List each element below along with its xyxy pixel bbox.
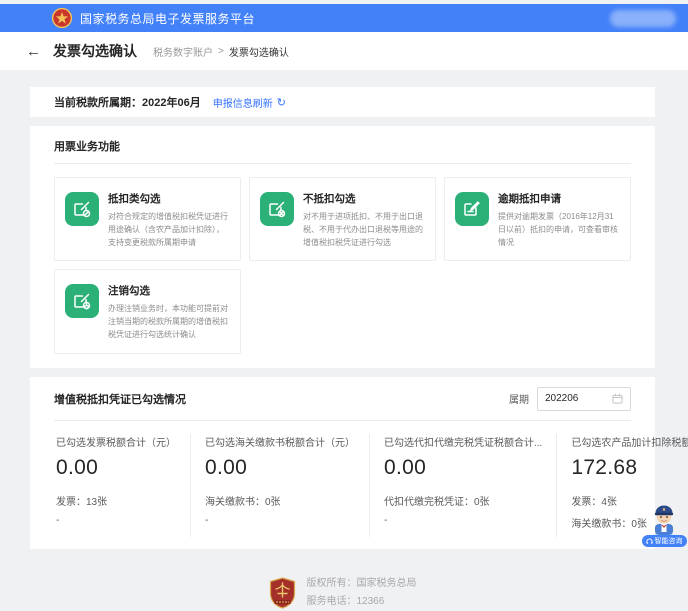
no-deduction-check-icon: [260, 192, 294, 226]
stat-value: 0.00: [384, 456, 542, 480]
current-period-panel: 当前税款所属期： 2022年06月 申报信息刷新 ↻: [30, 87, 655, 117]
breadcrumb: 税务数字账户 > 发票勾选确认: [153, 44, 289, 59]
card-desc: 对不用于进项抵扣、不用于出口退税、不用于代办出口退税等用途的增值税扣税凭证进行勾…: [303, 211, 425, 249]
card-title: 抵扣类勾选: [108, 191, 230, 206]
stats-grid: 已勾选发票税额合计（元） 0.00 发票：13张 - 已勾选海关缴款书税额合计（…: [54, 421, 631, 537]
back-arrow-icon[interactable]: ←: [26, 44, 41, 59]
breadcrumb-separator: >: [218, 46, 224, 57]
headset-icon: [646, 538, 653, 545]
card-no-deduction-check[interactable]: 不抵扣勾选 对不用于进项抵扣、不用于出口退税、不用于代办出口退税等用途的增值税扣…: [249, 177, 436, 261]
functions-panel: 用票业务功能 抵扣类勾选 对符合规定的增值税扣税凭证进行用途确认（含农产品加计扣…: [30, 126, 655, 368]
checked-summary-panel: 增值税抵扣凭证已勾选情况 属期 202206 已勾选发票税额合计（元） 0.00…: [30, 377, 655, 549]
function-cards: 抵扣类勾选 对符合规定的增值税扣税凭证进行用途确认（含农产品加计扣除），支持变更…: [54, 177, 631, 354]
footer-text: 版权所有：国家税务总局 服务电话：12366: [307, 575, 417, 611]
card-desc: 对符合规定的增值税扣税凭证进行用途确认（含农产品加计扣除），支持变更税款所属期申…: [108, 211, 230, 249]
page-title-bar: ← 发票勾选确认 税务数字账户 > 发票勾选确认: [0, 32, 688, 70]
stat-value: 0.00: [205, 456, 355, 480]
current-period-label: 当前税款所属期：: [54, 94, 142, 110]
user-info-redacted[interactable]: [610, 10, 676, 27]
stat-invoice-tax: 已勾选发票税额合计（元） 0.00 发票：13张 -: [54, 434, 190, 537]
tax-officer-avatar[interactable]: [646, 500, 682, 538]
card-deduction-check[interactable]: 抵扣类勾选 对符合规定的增值税扣税凭证进行用途确认（含农产品加计扣除），支持变更…: [54, 177, 241, 261]
page-title: 发票勾选确认: [53, 41, 137, 61]
checked-summary-title: 增值税抵扣凭证已勾选情况: [54, 391, 186, 407]
page-footer: 版权所有：国家税务总局 服务电话：12366: [30, 575, 655, 611]
main-content: 当前税款所属期： 2022年06月 申报信息刷新 ↻ 用票业务功能 抵扣类勾选: [0, 70, 688, 611]
stat-sub: -: [56, 515, 176, 526]
cancellation-check-icon: [65, 284, 99, 318]
card-title: 逾期抵扣申请: [498, 191, 620, 206]
period-label: 属期: [509, 391, 529, 406]
checked-summary-header: 增值税抵扣凭证已勾选情况 属期 202206: [54, 387, 631, 421]
app-title: 国家税务总局电子发票服务平台: [80, 10, 255, 27]
card-overdue-deduction-apply[interactable]: 逾期抵扣申请 提供对逾期发票（2016年12月31日以前）抵扣的申请，可查看审核…: [444, 177, 631, 261]
stat-withholding-tax: 已勾选代扣代缴完税凭证税额合计... 0.00 代扣代缴完税凭证：0张 -: [369, 434, 556, 537]
card-desc: 提供对逾期发票（2016年12月31日以前）抵扣的申请，可查看审核情况: [498, 211, 620, 249]
tax-shield-logo: [269, 577, 296, 609]
breadcrumb-parent[interactable]: 税务数字账户: [153, 44, 213, 59]
stat-sub: 海关缴款书：0张: [205, 493, 355, 508]
stat-label: 已勾选发票税额合计（元）: [56, 434, 176, 449]
assistant-label: 智能咨询: [655, 538, 683, 545]
stat-value: 0.00: [56, 456, 176, 480]
period-input[interactable]: 202206: [537, 387, 631, 411]
stat-sub: 代扣代缴完税凭证：0张: [384, 493, 542, 508]
stat-label: 已勾选代扣代缴完税凭证税额合计...: [384, 434, 542, 449]
current-period-value: 2022年06月: [142, 94, 201, 110]
period-selector: 属期 202206: [509, 387, 631, 411]
footer-copyright: 版权所有：国家税务总局: [307, 575, 417, 593]
national-emblem-icon: [52, 8, 72, 28]
stat-sub: -: [384, 515, 542, 526]
app-header: 国家税务总局电子发票服务平台: [0, 4, 688, 32]
overdue-deduction-apply-icon: [455, 192, 489, 226]
card-cancellation-check[interactable]: 注销勾选 办理注销业务时，本功能可提前对注销当期的税款所属期的增值税扣税凭证进行…: [54, 269, 241, 353]
assistant-widget[interactable]: 智能咨询: [641, 500, 687, 547]
functions-title: 用票业务功能: [54, 138, 631, 164]
stat-label: 已勾选农产品加计扣除税额合计（...: [571, 434, 688, 449]
stat-sub: 发票：13张: [56, 493, 176, 508]
breadcrumb-current: 发票勾选确认: [229, 44, 289, 59]
stat-value: 172.68: [571, 456, 688, 480]
stat-sub: -: [205, 515, 355, 526]
assistant-pill[interactable]: 智能咨询: [642, 535, 687, 547]
refresh-icon[interactable]: ↻: [277, 96, 286, 109]
deduction-check-icon: [65, 192, 99, 226]
declare-refresh-link[interactable]: 申报信息刷新: [213, 95, 273, 110]
card-title: 注销勾选: [108, 283, 230, 298]
footer-phone: 服务电话：12366: [307, 593, 417, 611]
stat-label: 已勾选海关缴款书税额合计（元）: [205, 434, 355, 449]
period-value: 202206: [545, 393, 578, 404]
stat-customs-tax: 已勾选海关缴款书税额合计（元） 0.00 海关缴款书：0张 -: [190, 434, 369, 537]
card-title: 不抵扣勾选: [303, 191, 425, 206]
calendar-icon[interactable]: [612, 393, 623, 404]
card-desc: 办理注销业务时，本功能可提前对注销当期的税款所属期的增值税扣税凭证进行勾选统计确…: [108, 303, 230, 341]
